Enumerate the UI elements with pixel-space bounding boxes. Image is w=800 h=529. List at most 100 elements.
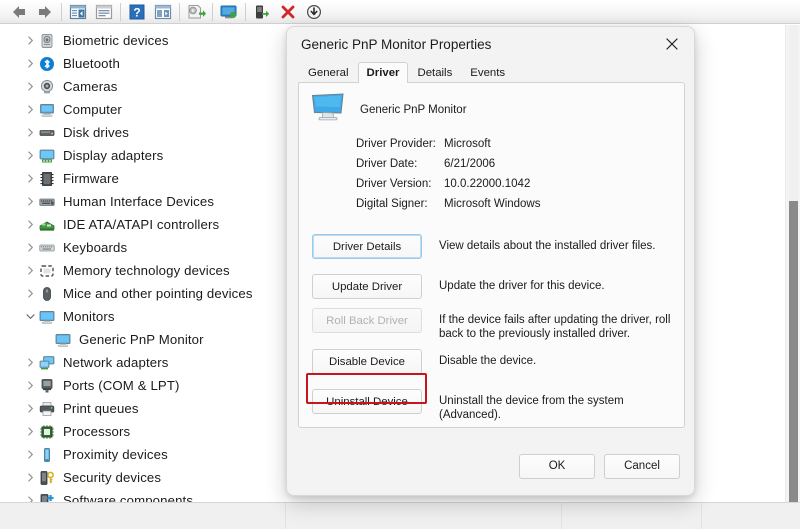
- separator-5: [245, 2, 246, 21]
- property-row: Driver Date: 6/21/2006: [356, 158, 495, 170]
- tree-item-label: Processors: [63, 424, 131, 439]
- tree-item-label: Computer: [63, 102, 122, 117]
- tree-item-label: Bluetooth: [63, 56, 120, 71]
- separator-4: [212, 2, 213, 21]
- tree-vertical-scrollbar[interactable]: [785, 25, 800, 529]
- device-header: Generic PnP Monitor: [310, 92, 467, 127]
- property-value: 6/21/2006: [444, 158, 496, 170]
- software-component-icon: [38, 492, 56, 502]
- tree-item-label: Human Interface Devices: [63, 194, 215, 209]
- disable-device-icon[interactable]: [301, 1, 327, 23]
- disk-drive-icon: [38, 124, 56, 142]
- monitor-icon: [310, 92, 346, 127]
- close-icon[interactable]: [650, 27, 694, 61]
- properties-icon[interactable]: [91, 1, 117, 23]
- separator-1: [61, 2, 62, 21]
- chevron-right-icon[interactable]: [22, 401, 38, 417]
- separator-3: [179, 2, 180, 21]
- property-label: Driver Provider:: [356, 138, 436, 150]
- tab-events[interactable]: Events: [461, 63, 514, 82]
- tree-item-label: Memory technology devices: [63, 263, 230, 278]
- chevron-right-icon[interactable]: [22, 125, 38, 141]
- chevron-right-icon[interactable]: [22, 286, 38, 302]
- chevron-right-icon[interactable]: [22, 33, 38, 49]
- camera-icon: [38, 78, 56, 96]
- update-driver-icon[interactable]: [183, 1, 209, 23]
- chevron-right-icon[interactable]: [22, 263, 38, 279]
- tab-driver[interactable]: Driver: [357, 62, 409, 83]
- property-row: Driver Provider: Microsoft: [356, 138, 491, 150]
- chevron-down-icon[interactable]: [22, 309, 38, 325]
- help-icon[interactable]: ?: [124, 1, 150, 23]
- device-manager-window: ? Biometric devices Bluetooth Cameras Co…: [0, 0, 800, 529]
- tree-item-label: Software components: [63, 493, 194, 502]
- chevron-right-icon[interactable]: [22, 355, 38, 371]
- update-driver-button[interactable]: Update Driver: [312, 274, 422, 299]
- property-label: Driver Version:: [356, 178, 432, 190]
- chevron-right-icon[interactable]: [22, 171, 38, 187]
- view-icon[interactable]: [150, 1, 176, 23]
- chevron-right-icon[interactable]: [22, 194, 38, 210]
- chevron-right-icon[interactable]: [22, 102, 38, 118]
- ok-button[interactable]: OK: [519, 453, 595, 479]
- svg-text:?: ?: [133, 5, 140, 19]
- back-arrow-icon[interactable]: [6, 1, 32, 23]
- display-adapter-icon: [38, 147, 56, 165]
- scrollbar-thumb[interactable]: [789, 201, 798, 529]
- driver-details-description: View details about the installed driver …: [439, 240, 656, 252]
- chevron-right-icon[interactable]: [22, 56, 38, 72]
- tree-item-label: IDE ATA/ATAPI controllers: [63, 217, 220, 232]
- status-bar: [0, 502, 800, 529]
- enable-device-icon[interactable]: [249, 1, 275, 23]
- property-row: Digital Signer: Microsoft Windows: [356, 198, 541, 210]
- cancel-button[interactable]: Cancel: [604, 453, 680, 479]
- action-row: Driver Details View details about the ins…: [299, 234, 684, 259]
- keyboard-icon: [38, 239, 56, 257]
- forward-arrow-icon[interactable]: [32, 1, 58, 23]
- scrollbar-track[interactable]: [789, 25, 798, 201]
- tree-item-label: Firmware: [63, 171, 120, 186]
- tab-general[interactable]: General: [299, 63, 358, 82]
- bluetooth-icon: [38, 55, 56, 73]
- property-value: 10.0.22000.1042: [444, 178, 531, 190]
- chevron-right-icon[interactable]: [22, 447, 38, 463]
- chevron-right-icon[interactable]: [22, 424, 38, 440]
- uninstall-device-button[interactable]: Uninstall Device: [312, 389, 422, 414]
- tree-item-label: Display adapters: [63, 148, 164, 163]
- computer-icon: [38, 101, 56, 119]
- chevron-right-icon[interactable]: [22, 493, 38, 502]
- chevron-right-icon[interactable]: [22, 148, 38, 164]
- status-bar-segment-1: [0, 503, 286, 529]
- property-row: Driver Version: 10.0.22000.1042: [356, 178, 530, 190]
- action-row: Update Driver Update the driver for this …: [299, 274, 684, 299]
- uninstall-device-icon[interactable]: [275, 1, 301, 23]
- tree-item-label: Monitors: [63, 309, 115, 324]
- tree-item-label: Cameras: [63, 79, 118, 94]
- dialog-footer: OK Cancel: [287, 437, 694, 495]
- driver-details-button[interactable]: Driver Details: [312, 234, 422, 259]
- mouse-icon: [38, 285, 56, 303]
- chevron-right-icon[interactable]: [22, 378, 38, 394]
- chevron-right-icon[interactable]: [22, 240, 38, 256]
- security-device-icon: [38, 469, 56, 487]
- tree-item-label: Network adapters: [63, 355, 169, 370]
- scan-hardware-changes-icon[interactable]: [216, 1, 242, 23]
- port-icon: [38, 377, 56, 395]
- device-name: Generic PnP Monitor: [360, 103, 467, 116]
- show-hide-console-tree-icon[interactable]: [65, 1, 91, 23]
- update-driver-description: Update the driver for this device.: [439, 280, 605, 292]
- monitor-icon: [54, 331, 72, 349]
- chevron-right-icon[interactable]: [22, 470, 38, 486]
- property-value: Microsoft Windows: [444, 198, 541, 210]
- disable-device-button[interactable]: Disable Device: [312, 349, 422, 374]
- tree-item-label: Keyboards: [63, 240, 128, 255]
- processor-icon: [38, 423, 56, 441]
- tree-item-label: Biometric devices: [63, 33, 169, 48]
- disable-device-description: Disable the device.: [439, 355, 537, 367]
- chevron-right-icon[interactable]: [22, 79, 38, 95]
- tab-details[interactable]: Details: [408, 63, 461, 82]
- printer-icon: [38, 400, 56, 418]
- toolbar: ?: [0, 0, 800, 24]
- action-row: Disable Device Disable the device.: [299, 349, 684, 374]
- chevron-right-icon[interactable]: [22, 217, 38, 233]
